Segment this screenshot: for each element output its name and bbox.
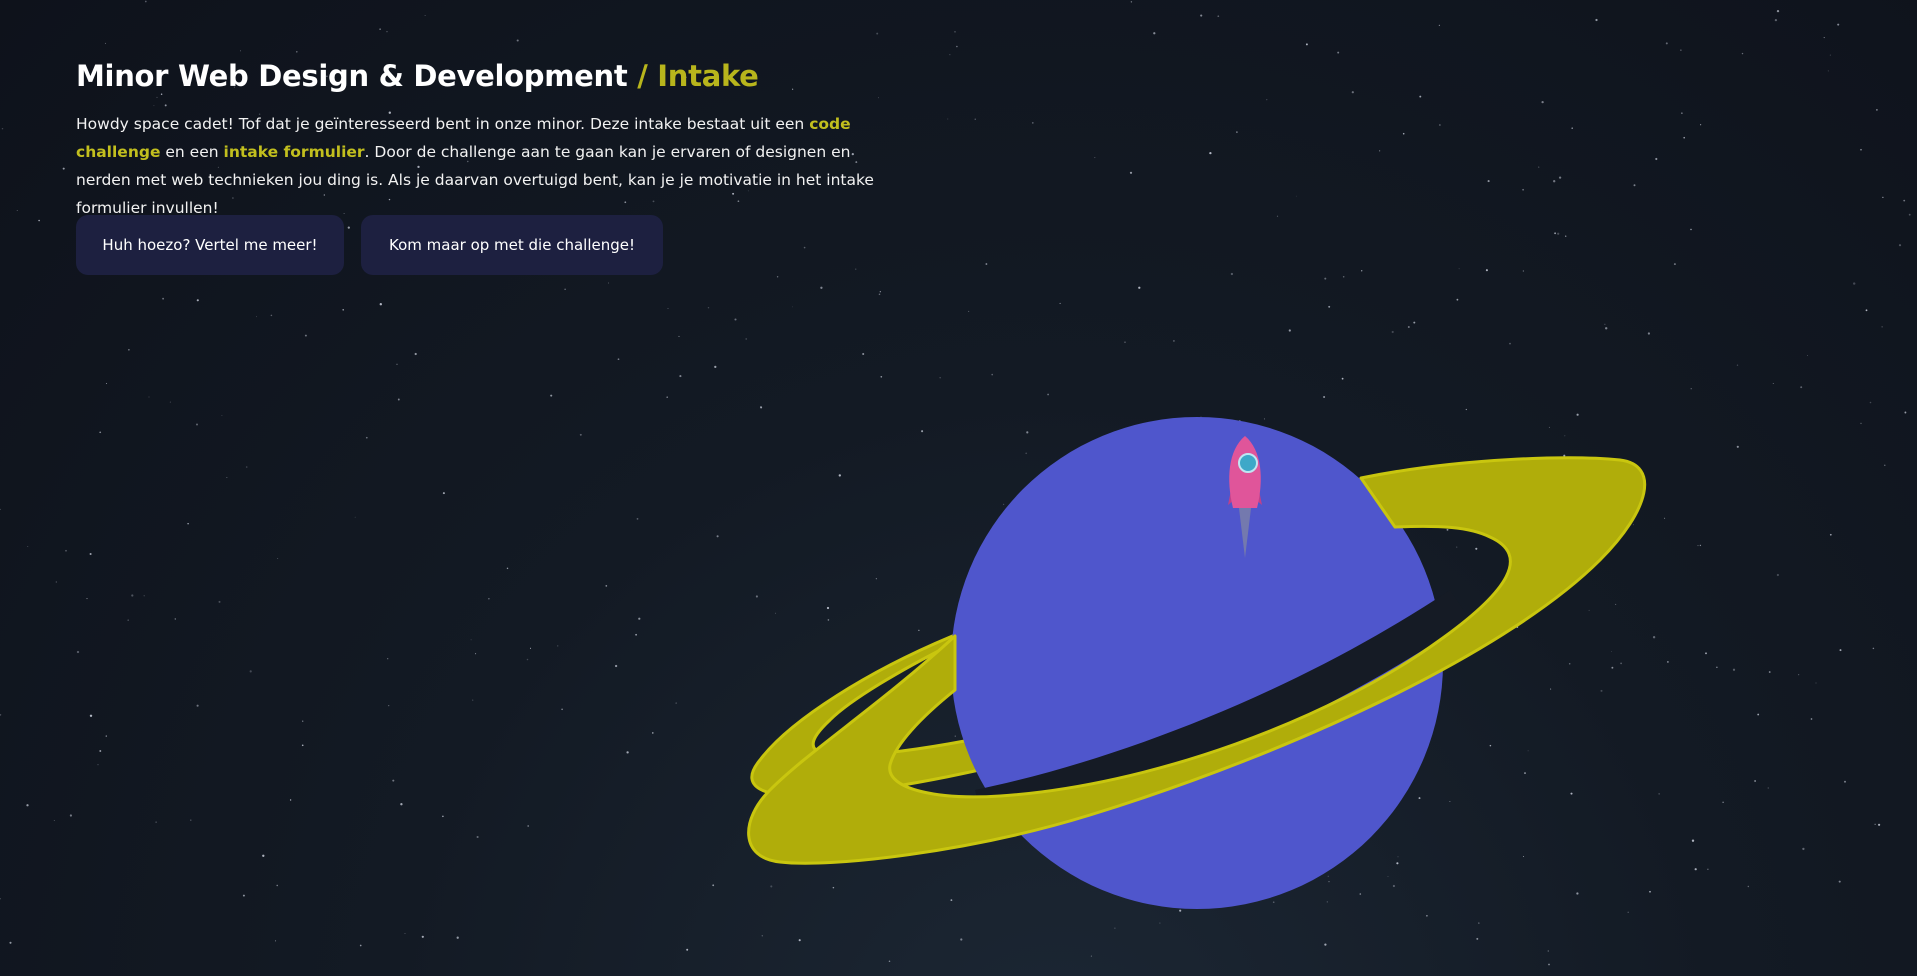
space-illustration xyxy=(747,417,1647,909)
rocket-window xyxy=(1238,453,1258,473)
planet-icon xyxy=(747,417,1647,909)
